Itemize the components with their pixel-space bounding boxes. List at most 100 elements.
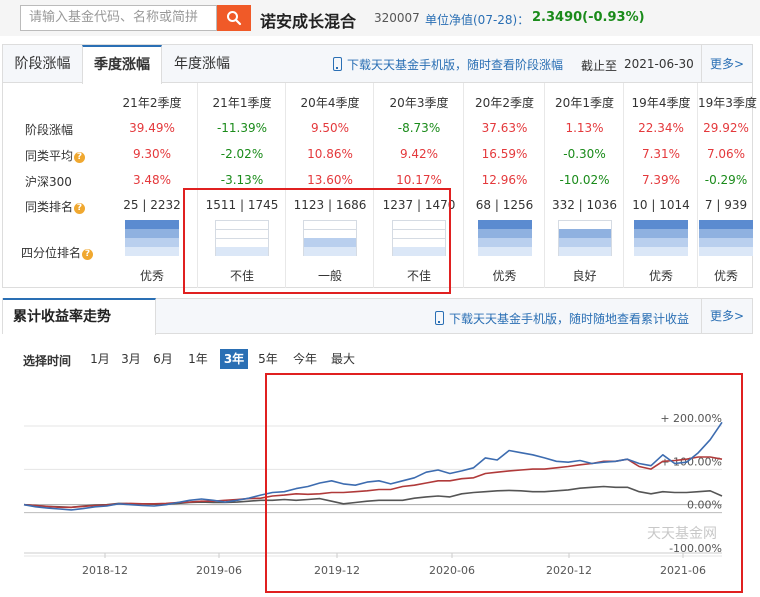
fund-code: 320007 [374,11,420,25]
hs300-value: 7.39% [641,173,681,187]
select-time-label: 选择时间 [23,354,72,368]
range-button[interactable]: 3年 [220,349,248,369]
nav-value: 2.3490(-0.93%) [532,10,645,25]
cumulative-return-panel: 累计收益率走势 下载天天基金手机版，随时随地查看累计收益 更多> [2,298,753,335]
gain-value: 37.63% [481,121,528,135]
column-header: 20年4季度 [300,96,360,110]
quartile-bar [125,220,179,256]
search-button[interactable] [217,5,251,31]
quartile-segment [477,229,532,238]
row-label-peer-avg: 同类平均? [25,147,86,164]
quartile-label: 优秀 [492,269,517,283]
top-bar: 请输入基金代码、名称或简拼 诺安成长混合 320007 单位净值(07-28)：… [0,0,760,36]
download-app-link[interactable]: 下载天天基金手机版，随时查看阶段涨幅 [333,56,563,73]
row-label-rank: 同类排名? [25,198,86,215]
hs300-value: 3.48% [132,173,172,187]
help-icon[interactable]: ? [74,203,86,214]
rank-value: 10 | 1014 [632,198,690,212]
peer-avg-value: 9.42% [399,147,439,161]
rank-value: 68 | 1256 [475,198,534,212]
range-button[interactable]: 今年 [289,349,321,369]
range-button[interactable]: 1月 [87,349,113,369]
quartile-bar [477,220,532,256]
column-header: 21年2季度 [122,96,182,110]
peer-avg-value: 7.06% [706,147,746,161]
x-tick-label: 2018-12 [82,564,128,577]
gain-value: -11.39% [216,121,268,135]
row-label-quartile: 四分位排名? [21,244,94,261]
gain-value: 9.50% [310,121,350,135]
quartile-segment [634,247,688,256]
quartile-label: 良好 [572,269,597,283]
quartile-segment [477,220,532,229]
x-tick-label: 2019-06 [196,564,242,577]
column-header: 19年4季度 [631,96,691,110]
perf-tab-bar: 阶段涨幅 季度涨幅 年度涨幅 下载天天基金手机版，随时查看阶段涨幅 截止至 20… [3,45,752,84]
quartile-segment [634,220,688,229]
rank-value: 332 | 1036 [551,198,618,212]
peer-avg-value: -2.02% [220,147,264,161]
peer-avg-value: 10.86% [307,147,353,161]
download-app-text-2: 下载天天基金手机版，随时随地查看累计收益 [449,312,690,326]
highlight-box-quartile [183,188,451,294]
column-header: 21年1季度 [212,96,272,110]
trend-more-link[interactable]: 更多> [701,299,752,333]
phone-icon [435,311,444,325]
range-button[interactable]: 1年 [185,349,211,369]
range-button[interactable]: 3月 [118,349,144,369]
hs300-value: -3.13% [220,173,264,187]
rank-value: 7 | 939 [704,198,748,212]
quartile-segment [477,247,532,256]
tab-stage-gain[interactable]: 阶段涨幅 [3,45,82,83]
hs300-value: 10.17% [396,173,442,187]
quartile-segment [634,229,688,238]
quartile-label: 优秀 [648,269,673,283]
peer-avg-value: -0.30% [563,147,606,161]
perf-more-link[interactable]: 更多> [701,45,752,83]
hs300-value: 13.60% [307,173,353,187]
download-app-link-2[interactable]: 下载天天基金手机版，随时随地查看累计收益 [435,310,689,327]
row-label-gain: 阶段涨幅 [25,123,74,137]
hs300-value: -0.29% [704,173,748,187]
phone-icon [333,57,342,71]
nav-label: 单位净值(07-28)： [425,13,530,27]
search-input[interactable]: 请输入基金代码、名称或简拼 [20,5,217,31]
peer-avg-value: 9.30% [132,147,172,161]
peer-avg-value: 16.59% [481,147,528,161]
quartile-bar [634,220,688,256]
help-icon[interactable]: ? [74,152,86,163]
column-header: 20年3季度 [389,96,449,110]
row-label-quartile-text: 四分位排名 [21,246,82,260]
range-button[interactable]: 最大 [327,349,359,369]
quartile-segment [125,220,179,229]
quartile-segment [699,220,753,229]
column-header: 20年2季度 [475,96,534,110]
peer-avg-value: 7.31% [641,147,681,161]
range-button[interactable]: 6月 [150,349,176,369]
hs300-value: 12.96% [481,173,528,187]
gain-value: 29.92% [703,121,749,135]
range-button[interactable]: 5年 [255,349,281,369]
row-label-rank-text: 同类排名 [25,200,74,214]
column-header: 20年1季度 [555,96,614,110]
tab-quarter-gain[interactable]: 季度涨幅 [82,45,162,84]
quartile-segment [477,238,532,247]
tab-year-gain[interactable]: 年度涨幅 [162,45,242,83]
quartile-label: 优秀 [713,269,738,283]
help-icon[interactable]: ? [82,249,94,260]
search-icon [227,11,242,26]
highlight-box-chart [265,373,743,593]
quartile-bar [557,220,612,256]
gain-value: 1.13% [565,121,604,135]
quartile-segment [557,220,612,229]
quartile-segment [634,238,688,247]
download-app-text: 下载天天基金手机版，随时查看阶段涨幅 [347,58,564,72]
gain-value: 39.49% [129,121,175,135]
fund-name: 诺安成长混合 [260,12,357,31]
as-of-label: 截止至 [581,59,618,73]
quartile-segment [557,238,612,247]
quartile-segment [557,247,612,256]
quartile-segment [699,247,753,256]
quartile-bar [699,220,753,256]
row-label-hs300: 沪深300 [25,175,72,189]
